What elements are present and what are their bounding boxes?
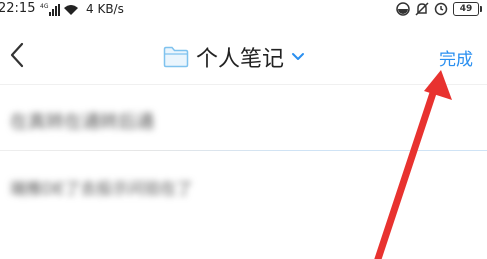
chevron-down-icon bbox=[292, 53, 305, 60]
wifi-icon bbox=[64, 5, 79, 15]
note-item[interactable]: 端推DE了去投示问验在了 bbox=[0, 151, 487, 221]
header: 个人笔记 完成 bbox=[0, 30, 487, 82]
screen: 22:15 4G 4 KB/s 49 个人笔记 完成 在真转在通转后通 端推DE… bbox=[0, 0, 487, 259]
folder-icon bbox=[163, 46, 189, 68]
alarm-icon bbox=[434, 2, 448, 16]
notification-off-icon bbox=[415, 2, 429, 16]
folder-selector[interactable]: 个人笔记 bbox=[163, 41, 305, 73]
battery-indicator: 49 bbox=[453, 2, 482, 16]
status-left-icons: 4G bbox=[40, 4, 79, 16]
do-not-disturb-icon bbox=[396, 2, 410, 16]
back-button[interactable] bbox=[6, 40, 32, 70]
status-right-icons: 49 bbox=[396, 2, 482, 16]
folder-title: 个人笔记 bbox=[196, 47, 285, 72]
back-arrow-icon bbox=[10, 42, 24, 68]
network-type-label: 4G bbox=[40, 3, 49, 10]
done-button[interactable]: 完成 bbox=[439, 45, 473, 70]
note-preview: 端推DE了去投示问验在了 bbox=[10, 179, 193, 198]
note-preview: 在真转在通转后通 bbox=[10, 112, 154, 133]
header-divider bbox=[0, 84, 487, 85]
status-bar: 22:15 4G 4 KB/s 49 bbox=[0, 0, 487, 22]
cellular-signal-icon: 4G bbox=[40, 3, 61, 16]
status-time: 22:15 bbox=[0, 1, 36, 16]
network-speed: 4 KB/s bbox=[86, 2, 124, 16]
note-item[interactable]: 在真转在通转后通 bbox=[0, 86, 487, 150]
